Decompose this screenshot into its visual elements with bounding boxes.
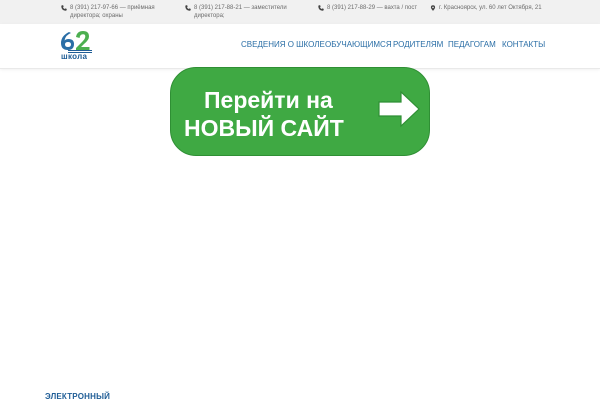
- contact-deputies: 8 (391) 217-88-21 — заместители директор…: [185, 4, 313, 20]
- new-site-banner-button[interactable]: Перейти на НОВЫЙ САЙТ: [170, 67, 430, 156]
- contact-security: 8 (391) 217-88-29 — вахта / пост: [318, 4, 418, 12]
- banner-line2: НОВЫЙ САЙТ: [184, 115, 344, 141]
- phone-icon: [61, 5, 67, 11]
- section-heading-electronic: ЭЛЕКТРОННЫЙ: [45, 392, 111, 400]
- contact-deputies-text: 8 (391) 217-88-21 — заместители директор…: [194, 5, 287, 19]
- banner-line1: Перейти на: [204, 87, 333, 113]
- logo-word: школа: [61, 52, 88, 61]
- nav-item-students[interactable]: ОБУЧАЮЩИМСЯ: [325, 40, 392, 49]
- site-header: школа СВЕДЕНИЯ О ШКОЛЕ ОБУЧАЮЩИМСЯ РОДИТ…: [0, 24, 600, 69]
- contact-address: г. Красноярск, ул. 60 лет Октября, 21: [430, 4, 545, 12]
- phone-icon: [185, 5, 191, 11]
- contact-security-text: 8 (391) 217-88-29 — вахта / пост: [327, 5, 418, 11]
- top-contact-bar: 8 (391) 217-97-66 — приёмная директора; …: [0, 0, 600, 24]
- contact-reception-text: 8 (391) 217-97-66 — приёмная директора; …: [70, 5, 155, 19]
- nav-item-teachers[interactable]: ПЕДАГОГАМ: [448, 40, 496, 49]
- arrow-right-icon: [378, 90, 420, 128]
- contact-reception: 8 (391) 217-97-66 — приёмная директора; …: [61, 4, 179, 20]
- phone-icon: [318, 5, 324, 11]
- address-text: г. Красноярск, ул. 60 лет Октября, 21: [439, 5, 542, 11]
- logo-number-graphic: [61, 31, 90, 51]
- nav-item-parents[interactable]: РОДИТЕЛЯМ: [393, 40, 443, 49]
- map-pin-icon: [430, 5, 436, 11]
- nav-item-about-school[interactable]: СВЕДЕНИЯ О ШКОЛЕ: [241, 40, 325, 49]
- nav-item-contacts[interactable]: КОНТАКТЫ: [502, 40, 545, 49]
